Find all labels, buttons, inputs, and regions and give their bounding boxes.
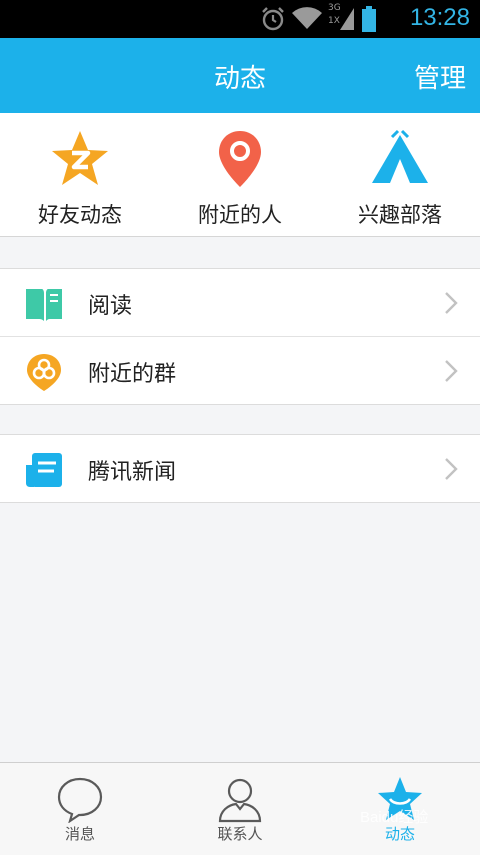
app-header: 动态 管理 [0, 38, 480, 113]
list-item-nearby-groups[interactable]: 附近的群 [0, 336, 480, 404]
list-group-news: 腾讯新闻 [0, 434, 480, 503]
wifi-icon [292, 7, 322, 29]
news-icon [26, 453, 62, 487]
tab-label: 联系人 [217, 825, 263, 843]
status-bar: 3G 1X 13:28 [0, 0, 480, 38]
alarm-icon [262, 7, 284, 31]
page-title: 动态 [213, 64, 266, 94]
battery-icon [362, 6, 376, 32]
qzone-star-icon [52, 131, 108, 185]
status-clock: 13:28 [409, 4, 470, 31]
book-icon [26, 289, 62, 321]
message-bubble-icon [57, 777, 103, 823]
quick-entry-interest-tribe[interactable]: 兴趣部落 [320, 113, 480, 236]
quick-entry-label: 附近的人 [198, 203, 282, 227]
quick-entry-row: 好友动态 附近的人 兴趣部落 [0, 113, 480, 237]
quick-entry-friends-feed[interactable]: 好友动态 [0, 113, 160, 236]
nearby-group-icon [27, 354, 61, 391]
chevron-right-icon [445, 458, 458, 480]
list-item-label: 阅读 [88, 294, 133, 319]
tent-icon [372, 129, 428, 183]
tab-label: 消息 [64, 825, 95, 843]
list-item-tencent-news[interactable]: 腾讯新闻 [0, 435, 480, 502]
quick-entry-label: 兴趣部落 [358, 203, 442, 227]
chevron-right-icon [445, 292, 458, 314]
location-pin-icon [219, 131, 261, 187]
watermark-text: Baidu经验 [360, 809, 429, 826]
tab-messages[interactable]: 消息 [0, 763, 160, 855]
quick-entry-label: 好友动态 [38, 203, 122, 227]
tab-contacts[interactable]: 联系人 [160, 763, 320, 855]
list-item-label: 腾讯新闻 [88, 460, 177, 485]
quick-entry-nearby-people[interactable]: 附近的人 [160, 113, 320, 236]
list-group-apps: 阅读 附近的群 [0, 268, 480, 405]
chevron-right-icon [445, 360, 458, 382]
manage-button[interactable]: 管理 [414, 58, 466, 95]
list-item-label: 附近的群 [88, 362, 177, 387]
status-icons: 3G 1X [260, 3, 376, 32]
list-item-reading[interactable]: 阅读 [0, 269, 480, 336]
contacts-icon [218, 778, 262, 823]
signal-icon: 3G 1X [328, 3, 356, 32]
